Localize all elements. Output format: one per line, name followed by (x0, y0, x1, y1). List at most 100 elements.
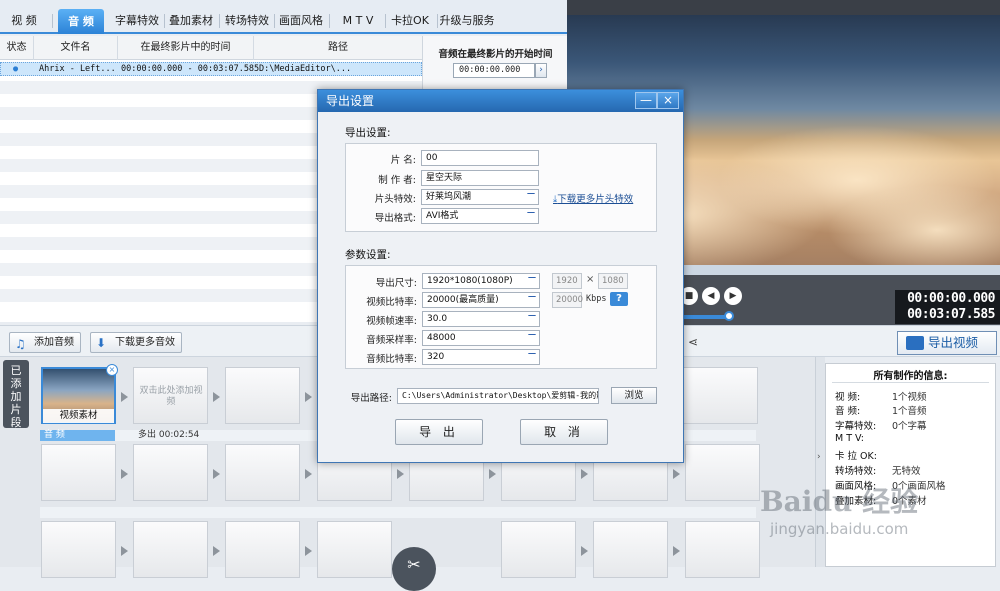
param-section-label: 参数设置: (345, 249, 391, 261)
scissors-icon[interactable]: ✂ (392, 547, 436, 591)
info-key: 卡 拉 OK: (835, 451, 877, 462)
tab-separator (164, 14, 165, 28)
cell-path: D:\MediaEditor\... (259, 64, 352, 74)
info-title: 所有制作的信息: (873, 371, 948, 382)
empty-slot (41, 444, 116, 501)
volume-slider[interactable] (680, 315, 728, 319)
chevron-right-icon[interactable]: › (817, 452, 821, 462)
video-bitrate-select[interactable]: 20000(最高质量) (422, 292, 540, 308)
empty-slot (501, 521, 576, 578)
apply-arrow-icon[interactable]: › (535, 63, 547, 78)
share-icon[interactable]: ⋖ (688, 335, 698, 349)
audio-bitrate-select[interactable]: 320 (422, 349, 540, 365)
audio-start-label: 音频在最终影片的开始时间 (438, 49, 553, 60)
col-time[interactable]: 在最终影片中的时间 (118, 36, 254, 60)
info-key: 字幕特效: (835, 421, 877, 432)
audio-sample-label: 音频采样率: (366, 335, 417, 346)
chevron-down-icon (528, 353, 536, 359)
arrow-right-icon (305, 469, 312, 479)
export-button[interactable]: 导 出 (395, 419, 483, 445)
dialog-titlebar: 导出设置 — × (318, 90, 683, 112)
info-value: 无特效 (892, 466, 921, 477)
tab-picture-style[interactable]: 画面风格 (276, 10, 326, 32)
tab-subtitle-effects[interactable]: 字幕特效 (112, 10, 162, 32)
export-video-label: 导出视频 (928, 335, 979, 350)
chevron-down-icon (527, 193, 535, 199)
added-clips-side-tab[interactable]: 已添加片段 (3, 360, 29, 429)
download-intro-link[interactable]: ⤓下载更多片头特效 (553, 191, 633, 205)
size-value: 1920*1080(1080P) (427, 276, 513, 286)
col-filename[interactable]: 文件名 (34, 36, 118, 60)
export-path-label: 导出路径: (350, 393, 392, 404)
arrow-right-icon (213, 546, 220, 556)
download-intro-label: 下载更多片头特效 (557, 194, 634, 205)
download-effects-label: 下载更多音效 (115, 337, 175, 348)
next-frame-icon[interactable]: ▶ (724, 287, 742, 305)
arrow-right-icon (489, 469, 496, 479)
tab-audio[interactable]: 音 频 (58, 9, 104, 34)
minimize-icon[interactable]: — (635, 92, 657, 109)
audio-bitrate-label: 音频比特率: (366, 354, 417, 365)
arrow-right-icon (581, 469, 588, 479)
tab-separator (329, 14, 330, 28)
tab-upgrade[interactable]: 升级与服务 (438, 10, 496, 32)
format-label: 导出格式: (374, 213, 416, 224)
name-input[interactable]: 00 (421, 150, 539, 166)
tab-video[interactable]: 视 频 (4, 10, 44, 32)
tab-overlay[interactable]: 叠加素材 (166, 10, 216, 32)
download-icon: ⬇ (96, 336, 107, 350)
tab-transition[interactable]: 转场特效 (222, 10, 272, 32)
add-video-slot[interactable]: 双击此处添加视频 (133, 367, 208, 424)
arrow-right-icon (213, 469, 220, 479)
arrow-right-icon (673, 469, 680, 479)
chevron-down-icon (528, 296, 536, 302)
info-value: 0个字幕 (892, 421, 927, 432)
prev-frame-icon[interactable]: ◀ (702, 287, 720, 305)
tab-mtv[interactable]: M T V (334, 10, 382, 32)
fps-value: 30.0 (427, 314, 448, 324)
size-select[interactable]: 1920*1080(1080P) (422, 273, 540, 289)
audio-bitrate-value: 320 (427, 352, 445, 362)
volume-handle[interactable] (724, 311, 734, 321)
table-row[interactable]: ● Ahrix - Left... 00:00:00.000 - 00:03:0… (0, 62, 422, 76)
audio-sample-select[interactable]: 48000 (422, 330, 540, 346)
add-audio-button[interactable]: ♫ 添加音频 (9, 332, 81, 353)
browse-button[interactable]: 浏览 (611, 387, 657, 404)
width-input: 1920 (552, 273, 582, 289)
help-icon[interactable]: ? (610, 292, 628, 306)
tab-separator (219, 14, 220, 28)
tab-karaoke[interactable]: 卡拉OK (386, 10, 434, 32)
export-path-input[interactable]: C:\Users\Administrator\Desktop\爱剪辑-我的影片 (397, 388, 599, 404)
baidu-watermark-url: jingyan.baidu.com (770, 520, 909, 538)
intro-effect-select[interactable]: 好莱坞风潮 (421, 189, 539, 205)
info-key: 转场特效: (835, 466, 877, 477)
video-bitrate-value: 20000(最高质量) (427, 295, 499, 305)
col-path[interactable]: 路径 (254, 36, 422, 60)
col-status[interactable]: 状态 (0, 36, 34, 60)
times-icon: × (586, 274, 595, 285)
export-video-button[interactable]: 导出视频 (897, 331, 997, 355)
export-settings-group: 片 名: 00 制 作 者: 星空天际 片头特效: 好莱坞风潮 ⤓下载更多片头特… (345, 143, 657, 232)
download-effects-button[interactable]: ⬇ 下载更多音效 (90, 332, 182, 353)
dialog-title: 导出设置 (326, 94, 375, 108)
add-audio-label: 添加音频 (34, 337, 74, 348)
total-time: 00:03:07.585 (907, 307, 995, 322)
remove-clip-icon[interactable]: × (106, 364, 118, 376)
format-select[interactable]: AVI格式 (421, 208, 539, 224)
intro-effect-value: 好莱坞风潮 (426, 192, 472, 202)
cancel-button[interactable]: 取 消 (520, 419, 608, 445)
fps-select[interactable]: 30.0 (422, 311, 540, 327)
author-input[interactable]: 星空天际 (421, 170, 539, 186)
arrow-right-icon (673, 546, 680, 556)
audio-track-label: 音 频 (40, 430, 115, 441)
export-section-label: 导出设置: (345, 127, 391, 139)
audio-start-input[interactable]: 00:00:00.000 (453, 63, 535, 78)
param-settings-group: 导出尺寸: 1920*1080(1080P) 1920 × 1080 视频比特率… (345, 265, 657, 369)
video-clip-thumbnail[interactable]: 视频素材 × (41, 364, 118, 424)
close-icon[interactable]: × (657, 92, 679, 109)
empty-slot (133, 444, 208, 501)
chevron-down-icon (527, 212, 535, 218)
intro-effect-label: 片头特效: (374, 194, 416, 205)
cell-time: 00:00:00.000 - 00:03:07.585 (121, 64, 260, 74)
chevron-down-icon (528, 334, 536, 340)
